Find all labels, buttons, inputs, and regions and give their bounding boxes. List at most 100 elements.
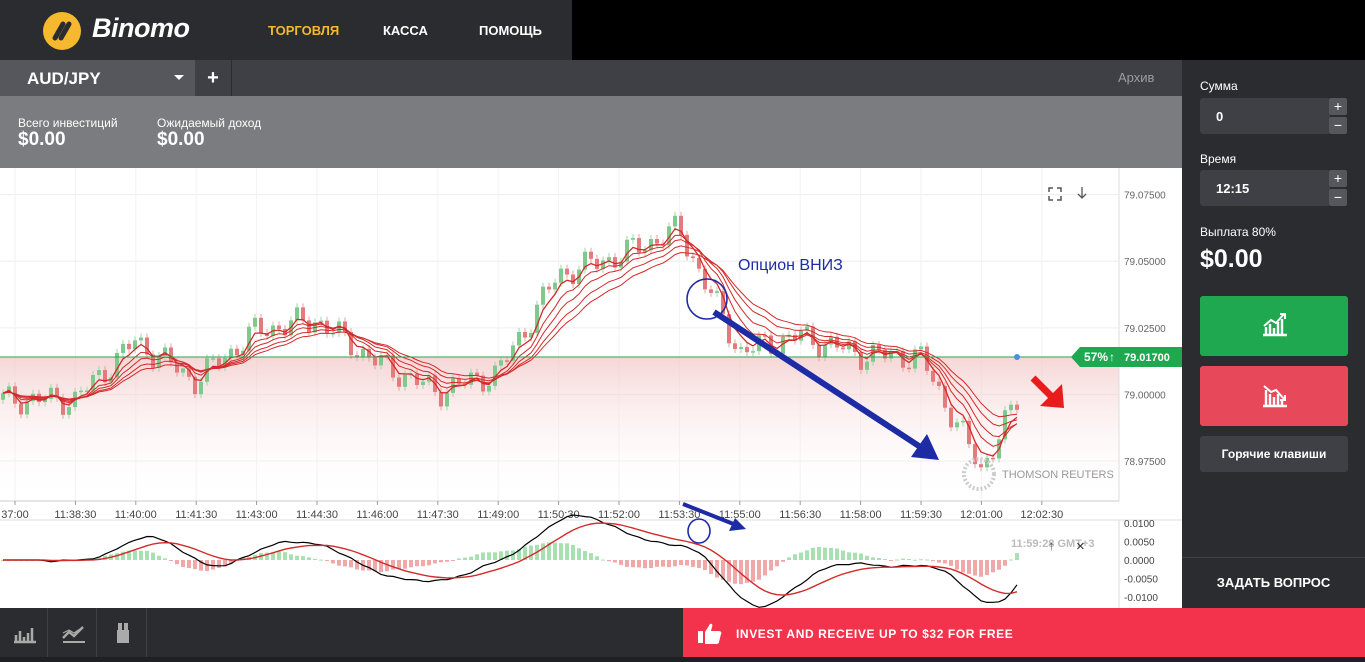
- candle: [259, 317, 263, 334]
- candle: [397, 377, 401, 387]
- osc-close-icon[interactable]: ×: [1076, 538, 1085, 555]
- candle: [67, 407, 71, 415]
- osc-bar: [811, 547, 815, 560]
- chart-canvas[interactable]: 79.07500 79.05000 79.02500 79.00000 78.97500…: [0, 168, 1182, 608]
- logo-text[interactable]: Binomo: [92, 13, 190, 44]
- promo-banner[interactable]: INVEST AND RECEIVE UP TO $32 FOR FREE: [683, 608, 1365, 657]
- osc-bar: [337, 560, 341, 566]
- amount-input[interactable]: 0: [1200, 98, 1330, 134]
- osc-bar: [931, 560, 935, 562]
- osc-bar: [169, 560, 173, 561]
- chart-type-icon[interactable]: [0, 608, 48, 657]
- osc-bar: [775, 560, 779, 567]
- osc-bar: [841, 550, 845, 560]
- osc-bar: [217, 560, 221, 569]
- candle: [979, 464, 983, 468]
- time-plus-button[interactable]: +: [1329, 170, 1347, 187]
- candle: [949, 407, 953, 428]
- candle: [1009, 404, 1013, 411]
- time-tick: 11:58:00: [840, 509, 882, 521]
- osc-bar: [883, 558, 887, 560]
- nav-trading[interactable]: ТОРГОВЛЯ: [268, 23, 339, 38]
- osc-bar: [559, 543, 563, 560]
- indicators-icon[interactable]: [49, 608, 97, 657]
- macd-oscillator[interactable]: 0.01000.00500.0000-0.0050-0.0100 11:59:2…: [0, 502, 1182, 608]
- candle: [1, 393, 5, 400]
- candle: [673, 215, 677, 227]
- candle: [961, 420, 965, 423]
- candle: [655, 238, 659, 244]
- amount-plus-button[interactable]: +: [1329, 98, 1347, 115]
- osc-bar: [493, 552, 497, 560]
- expected-income-value: $0.00: [157, 129, 205, 150]
- drawing-tools-icon[interactable]: [99, 608, 147, 657]
- amount-minus-button[interactable]: −: [1329, 117, 1347, 134]
- candle: [745, 347, 749, 353]
- osc-tick: 0.0100: [1124, 519, 1155, 530]
- candle: [181, 368, 185, 373]
- osc-bar: [943, 560, 947, 564]
- archive-link[interactable]: Архив: [1118, 70, 1154, 85]
- time-tick: 12:02:30: [1020, 509, 1063, 521]
- time-tick: 37:00: [1, 509, 29, 521]
- osc-bar: [793, 554, 797, 560]
- osc-bar: [835, 548, 839, 560]
- osc-bar: [133, 550, 137, 560]
- payout-value: $0.00: [1200, 245, 1263, 273]
- asset-tab[interactable]: AUD/JPY: [0, 60, 195, 96]
- osc-bar: [187, 560, 191, 569]
- osc-bar: [487, 552, 491, 560]
- time-input[interactable]: 12:15: [1200, 170, 1330, 206]
- candle: [403, 374, 407, 387]
- download-icon[interactable]: [1077, 187, 1087, 199]
- osc-bar: [967, 560, 971, 574]
- osc-move-up-icon[interactable]: ↑: [1048, 538, 1055, 553]
- osc-bar: [565, 543, 569, 560]
- time-minus-button[interactable]: −: [1329, 189, 1347, 206]
- hotkeys-button[interactable]: Горячие клавиши: [1200, 436, 1348, 472]
- osc-bar: [415, 560, 419, 567]
- caret-down-icon[interactable]: [174, 75, 184, 80]
- osc-bar: [679, 560, 683, 565]
- percent-arrow-icon: ↑: [1109, 350, 1115, 364]
- candle: [907, 367, 911, 370]
- osc-bar: [445, 560, 449, 562]
- osc-bar: [505, 550, 509, 560]
- osc-bar: [673, 560, 677, 567]
- nav-cashier[interactable]: КАССА: [383, 23, 428, 38]
- osc-bar: [907, 559, 911, 561]
- logo-icon[interactable]: [43, 12, 81, 50]
- candle: [541, 286, 545, 305]
- asset-name: AUD/JPY: [27, 69, 101, 88]
- osc-bar: [553, 542, 557, 560]
- nav-help[interactable]: ПОМОЩЬ: [479, 23, 542, 38]
- candle: [361, 348, 365, 357]
- time-tick: 11:43:00: [236, 509, 278, 521]
- time-tick: 11:38:30: [54, 509, 96, 521]
- candle: [505, 360, 509, 362]
- osc-bar: [313, 558, 317, 560]
- add-asset-button[interactable]: +: [195, 60, 232, 96]
- candle: [253, 317, 257, 327]
- osc-bar: [787, 557, 791, 560]
- candle: [823, 344, 827, 358]
- osc-bar: [349, 560, 353, 568]
- time-tick: 11:44:30: [296, 509, 338, 521]
- candle: [199, 381, 203, 395]
- fullscreen-icon[interactable]: [1048, 187, 1062, 201]
- header: Binomo ТОРГОВЛЯ КАССА ПОМОЩЬ: [0, 0, 572, 60]
- current-price-label: 79.01700: [1124, 352, 1170, 364]
- osc-tick: -0.0100: [1124, 593, 1158, 604]
- osc-bar: [685, 560, 689, 566]
- trade-down-button[interactable]: [1200, 366, 1348, 426]
- osc-bar: [319, 559, 323, 561]
- trade-up-button[interactable]: [1200, 296, 1348, 356]
- candle: [277, 325, 281, 330]
- osc-bar: [937, 560, 941, 563]
- ask-question-button[interactable]: ЗАДАТЬ ВОПРОС: [1182, 557, 1365, 607]
- osc-bar: [607, 560, 611, 562]
- price-tick: 79.05000: [1124, 257, 1166, 268]
- candle: [421, 381, 425, 386]
- price-chart[interactable]: 79.07500 79.05000 79.02500 79.00000 78.97500…: [0, 168, 1182, 608]
- osc-bar: [343, 560, 347, 567]
